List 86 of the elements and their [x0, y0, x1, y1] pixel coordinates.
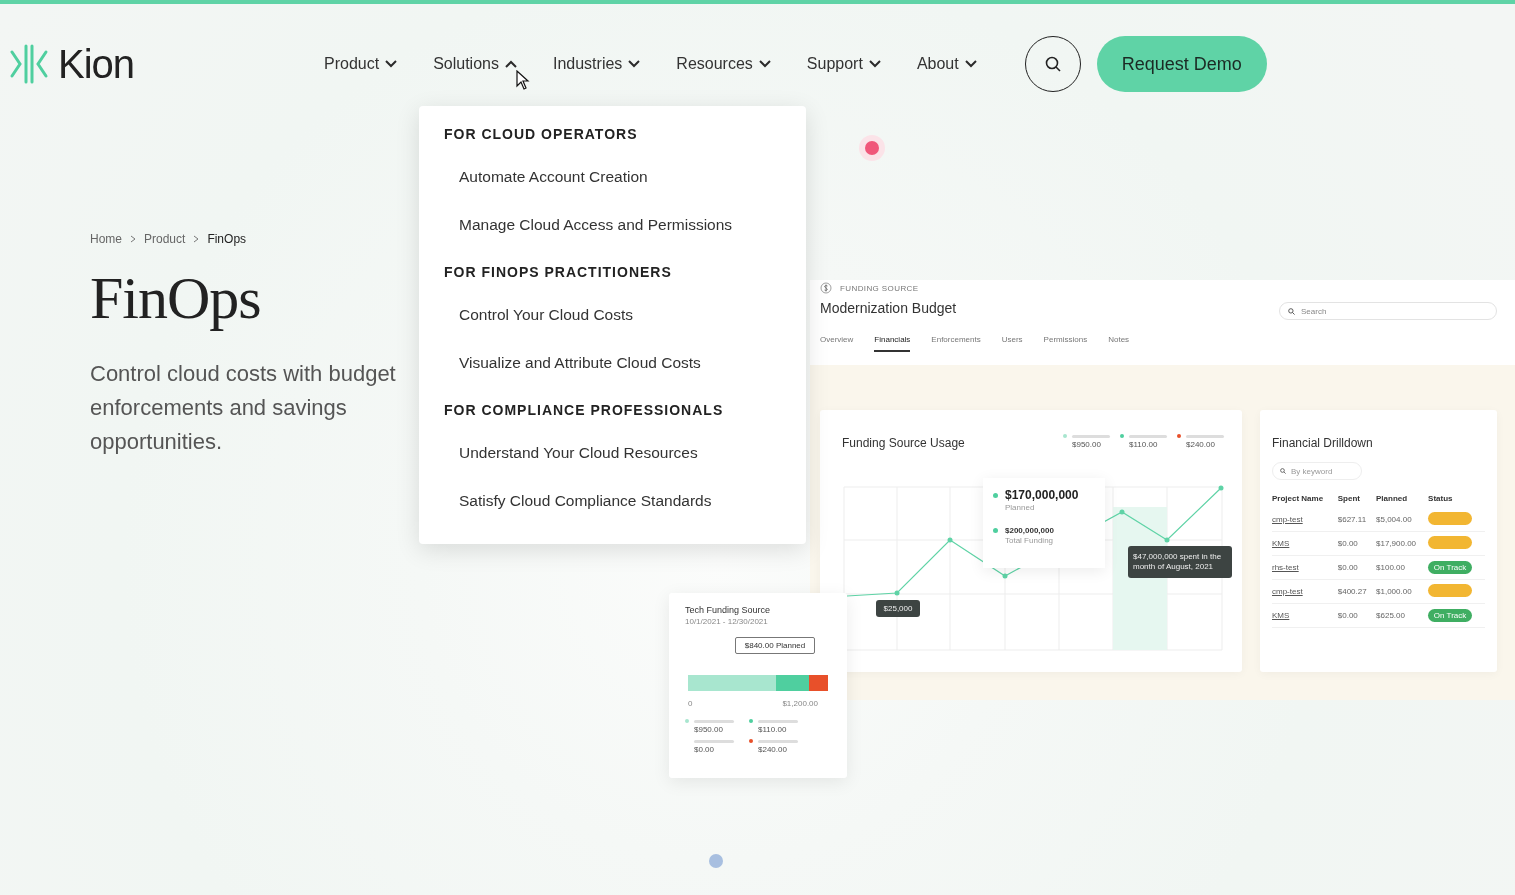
placeholder-line: [1072, 434, 1110, 438]
project-link[interactable]: cmp-test: [1272, 587, 1303, 596]
table-cell: $5,004.00: [1376, 508, 1429, 532]
table-cell: $0.00: [1337, 555, 1377, 580]
legend-value: $240.00: [1186, 440, 1216, 449]
cursor-icon: [516, 70, 530, 90]
status-badge: On Track: [1428, 561, 1473, 574]
point-label: $25,000: [876, 600, 920, 617]
menu-link[interactable]: Automate Account Creation: [459, 168, 781, 186]
nav-item[interactable]: Solutions: [433, 55, 517, 73]
search-icon: [1288, 307, 1295, 315]
table-cell: $17,900.00: [1376, 531, 1429, 556]
tab[interactable]: Notes: [1108, 334, 1130, 352]
budget-title: Modernization Budget: [820, 300, 957, 316]
placeholder-line: [758, 719, 798, 723]
date-range: 10/1/2021 - 12/30/2021: [685, 617, 768, 626]
request-demo-button[interactable]: Request Demo: [1096, 36, 1267, 92]
placeholder-line: [1129, 434, 1167, 438]
breadcrumb-link[interactable]: Home: [90, 232, 122, 246]
logo-text: Kion: [58, 41, 135, 87]
tooltip-value: $170,000,000: [1005, 488, 1080, 502]
legend-value: $950.00: [694, 725, 724, 734]
breadcrumb-link[interactable]: Product: [144, 232, 186, 246]
column-header: Status: [1428, 492, 1454, 505]
dot-decoration: [709, 854, 723, 868]
card-title: Tech Funding Source: [685, 605, 771, 615]
search-icon: [1044, 56, 1061, 72]
project-link[interactable]: cmp-test: [1272, 515, 1303, 524]
nav-item[interactable]: Product: [324, 55, 398, 73]
chart-note: $47,000,000 spent in the month of August, 2021: [1128, 546, 1232, 578]
card-title: Funding Source Usage: [842, 436, 965, 450]
table-cell: $627.11: [1337, 508, 1377, 532]
hero-subtitle: Control cloud costs with budget enforcements and savings opportunities.: [90, 360, 397, 456]
menu-link[interactable]: Satisfy Cloud Compliance Standards: [459, 492, 781, 510]
table-cell: $0.00: [1337, 603, 1377, 628]
column-header: Project Name: [1272, 488, 1338, 508]
planned-callout: $840.00 Planned: [735, 637, 815, 654]
placeholder-line: [1186, 434, 1224, 438]
eyebrow-label: FUNDING SOURCE: [840, 283, 919, 293]
project-link[interactable]: KMS: [1272, 539, 1290, 548]
menu-heading: FOR COMPLIANCE PROFESSIONALS: [444, 402, 725, 418]
search-icon: [1280, 468, 1286, 474]
table-cell: $625.00: [1376, 603, 1429, 628]
chevron-right-icon: [193, 235, 200, 243]
tab[interactable]: Enforcements: [931, 334, 981, 352]
breadcrumb-current: FinOps: [207, 232, 247, 246]
table-cell: $100.00: [1376, 555, 1429, 580]
nav-item[interactable]: Industries: [552, 55, 641, 73]
menu-link[interactable]: Understand Your Cloud Resources: [459, 444, 781, 462]
placeholder-line: [694, 719, 734, 723]
card-title: Financial Drilldown: [1272, 436, 1373, 450]
nav-item[interactable]: About: [916, 55, 977, 73]
column-header: Spent: [1337, 488, 1377, 508]
menu-link[interactable]: Manage Cloud Access and Permissions: [459, 216, 781, 234]
tab[interactable]: Users: [1001, 334, 1023, 352]
tooltip-value: $200,000,000: [1005, 526, 1055, 535]
table-cell: $1,000.00: [1376, 579, 1429, 604]
menu-link[interactable]: Control Your Cloud Costs: [459, 306, 781, 324]
menu-heading: FOR FINOPS PRACTITIONERS: [444, 264, 673, 280]
project-link[interactable]: KMS: [1272, 611, 1290, 620]
project-link[interactable]: rhs-test: [1272, 563, 1299, 572]
tab[interactable]: Financials: [874, 334, 911, 352]
nav-item[interactable]: Resources: [676, 55, 771, 73]
legend-value: $110.00: [758, 725, 788, 734]
column-header: Planned: [1376, 488, 1429, 508]
placeholder-line: [758, 739, 798, 743]
legend-value: $240.00: [758, 745, 788, 754]
status-badge: On Track: [1428, 609, 1473, 622]
nav-item[interactable]: Support: [806, 55, 881, 73]
tab[interactable]: Overview: [820, 334, 854, 352]
axis-label: $1,200.00: [782, 699, 818, 708]
placeholder-line: [694, 739, 734, 743]
page-title: FinOps: [90, 264, 261, 333]
axis-label: 0: [688, 699, 693, 708]
tooltip-label: Total Funding: [1005, 536, 1055, 545]
menu-link[interactable]: Visualize and Attribute Cloud Costs: [459, 354, 781, 372]
legend-value: $950.00: [1072, 440, 1102, 449]
legend-value: $110.00: [1129, 440, 1159, 449]
tab[interactable]: Permissions: [1043, 334, 1088, 352]
menu-heading: FOR CLOUD OPERATORS: [444, 126, 639, 142]
table-cell: $0.00: [1337, 531, 1377, 556]
logo-icon: [10, 44, 50, 84]
chevron-right-icon: [130, 235, 136, 243]
table-cell: $400.27: [1337, 579, 1377, 604]
tooltip-label: Planned: [1005, 503, 1036, 512]
legend-value: $0.00: [694, 745, 716, 754]
